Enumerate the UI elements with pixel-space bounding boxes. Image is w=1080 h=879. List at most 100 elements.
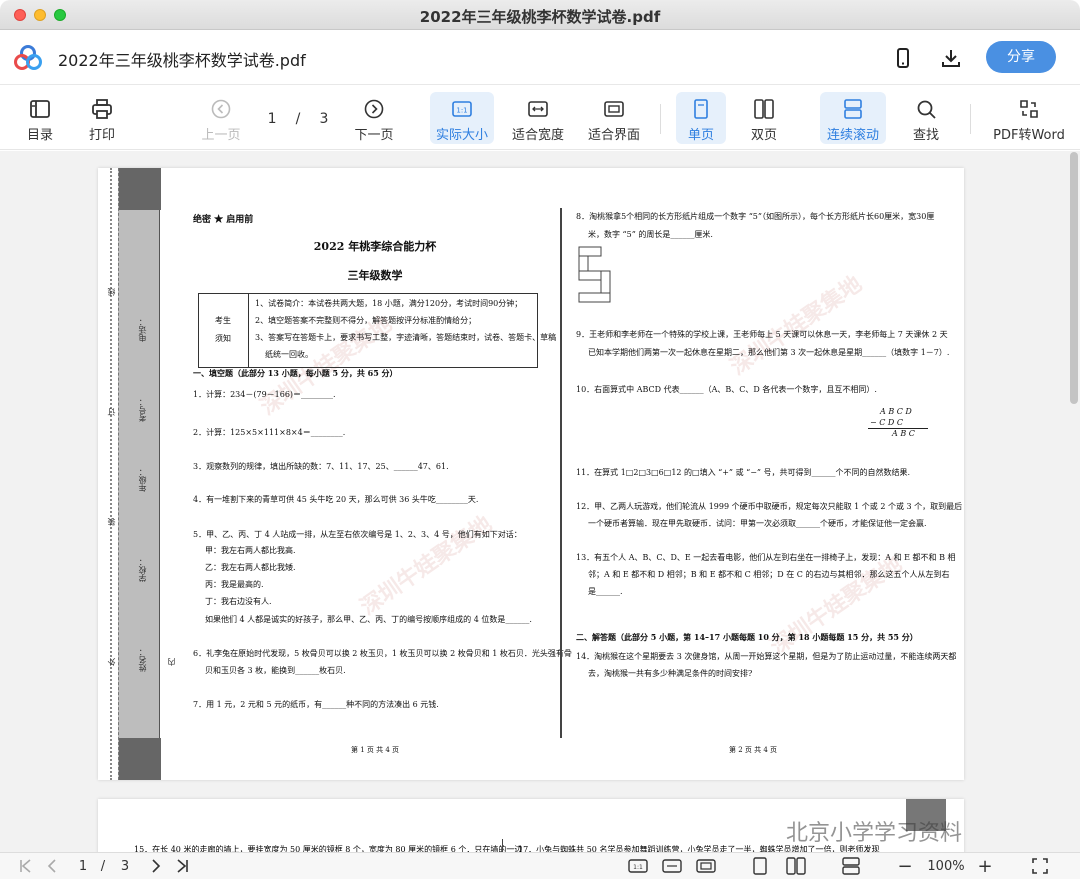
double-page-button[interactable]: 双页 (742, 92, 786, 144)
zoom-in-button[interactable]: + (976, 856, 994, 877)
print-label: 打印 (88, 128, 115, 143)
binding-grade: 年级： (138, 468, 147, 492)
next-page-label: 下一页 (354, 128, 394, 143)
digit-5-figure (578, 246, 611, 303)
question-10: 10．右面算式中 ABCD 代表______（A、B、C、D 各代表一个数字，且… (576, 385, 877, 394)
fit-page-button[interactable]: 适合界面 (584, 92, 644, 144)
share-button[interactable]: 分享 (986, 41, 1056, 73)
question-5b: 乙：我左右两人都比我矮. (205, 563, 296, 572)
cut-label-xian: 线 (107, 288, 116, 296)
bottom-total-pages: 3 (120, 858, 130, 874)
phone-icon[interactable] (892, 47, 914, 69)
svg-text:1:1: 1:1 (633, 864, 643, 871)
actual-size-label: 实际大小 (435, 128, 488, 143)
secret-label: 绝密 ★ 启用前 (193, 215, 254, 225)
fit-page-label: 适合界面 (587, 128, 640, 143)
document-name: 2022年三年级桃李杯数学试卷.pdf (58, 51, 306, 70)
single-page-icon[interactable] (752, 857, 768, 875)
bottom-current-page[interactable]: 1 (76, 857, 90, 875)
pdf-page-2: 15．在长 40 米的走廊的墙上，要挂宽度为 50 厘米的镜框 8 个，宽度为 … (98, 799, 964, 852)
fit-page-icon[interactable] (696, 857, 716, 875)
last-page-icon[interactable] (174, 857, 190, 875)
convert-icon (1020, 100, 1038, 118)
continuous-scroll-button[interactable]: 连续滚动 (820, 92, 886, 144)
actual-size-icon[interactable]: 1:1 (628, 857, 648, 875)
chevron-left-circle-icon (211, 99, 231, 119)
double-page-label: 双页 (750, 128, 777, 143)
search-icon (917, 100, 936, 119)
question-7: 7．用 1 元，2 元和 5 元的纸币，有______种不同的方法凑出 6 元钱… (193, 700, 439, 709)
question-15: 15．在长 40 米的走廊的墙上，要挂宽度为 50 厘米的镜框 8 个，宽度为 … (134, 845, 523, 852)
question-5d: 丁：我右边没有人. (205, 597, 272, 606)
question-14: 14．淘桃猴在这个星期要去 3 次健身馆，从周一开始算这个星期，但是为了防止运动… (576, 652, 957, 661)
next-page-button[interactable]: 下一页 (350, 92, 398, 144)
notes-box: 考生 须知 1、试卷简介：本试卷共两大题，18 小题，满分120分，考试时间90… (198, 293, 556, 368)
current-page[interactable]: 1 (268, 111, 277, 127)
exam-subtitle: 三年级数学 (347, 269, 403, 282)
fit-width-button[interactable]: 适合宽度 (508, 92, 568, 144)
cut-label-nei: 内 (167, 658, 176, 666)
wechat-watermark: 北京小学学习资料 (786, 821, 963, 846)
prev-page-icon[interactable] (44, 857, 60, 875)
question-9: 9．王老师和李老师在一个特殊的学校上课，王老师每上 5 天课可以休息一天，李老师… (576, 330, 948, 339)
question-13: 13．有五个人 A、B、C、D、E 一起去看电影，他们从左到右坐在一排椅子上，发… (576, 553, 956, 562)
note-3: 3、答案写在答题卡上，要求书写工整，字迹清晰，答题结束时，试卷、答题卡、草稿 (255, 333, 557, 342)
pdf-to-word-label: PDF转Word (993, 128, 1065, 143)
fullscreen-icon[interactable] (1032, 857, 1048, 875)
question-13b: 邻；A 和 E 都不和 D 相邻；B 和 E 都不和 C 相邻；D 在 C 的右… (588, 570, 950, 579)
print-button[interactable]: 打印 (82, 92, 122, 144)
page-indicator[interactable]: 1 / 3 (258, 106, 338, 132)
single-page-button[interactable]: 单页 (676, 92, 726, 144)
status-bar: 1 / 3 1:1 − 100% + (0, 852, 1080, 879)
bottom-page-slash: / (100, 858, 106, 874)
fit-width-icon[interactable] (662, 857, 682, 875)
zoom-level[interactable]: 100% (924, 857, 968, 875)
chevron-right-circle-icon (364, 99, 384, 119)
first-page-icon[interactable] (18, 857, 34, 875)
find-label: 查找 (912, 128, 939, 143)
single-page-label: 单页 (687, 128, 714, 143)
toc-label: 目录 (26, 128, 53, 143)
column-divider (502, 839, 503, 852)
page-footer-1: 第 1 页 共 4 页 (350, 746, 400, 754)
question-6: 6．礼李兔在原始时代发现，5 枚骨贝可以换 2 枚玉贝，1 枚玉贝可以换 2 枚… (193, 649, 572, 658)
prev-page-button[interactable]: 上一页 (198, 92, 244, 144)
column-divider (560, 208, 562, 738)
toc-button[interactable]: 目录 (20, 92, 60, 144)
next-page-icon[interactable] (148, 857, 164, 875)
pdf-to-word-button[interactable]: PDF转Word (990, 92, 1068, 144)
actual-size-icon: 1:1 (452, 101, 472, 117)
toolbar: 目录 打印 上一页 1 / 3 下一页 1:1 实际大小 适合宽度 适合界面 单… (0, 86, 1080, 150)
fit-width-label: 适合宽度 (511, 128, 564, 143)
window-titlebar: 2022年三年级桃李杯数学试卷.pdf (0, 0, 1080, 30)
continuous-scroll-icon[interactable] (842, 857, 860, 875)
find-button[interactable]: 查找 (906, 92, 946, 144)
fit-page-icon (604, 101, 624, 117)
binding-name: 姓名： (138, 648, 147, 672)
notes-label-cell (199, 294, 249, 367)
vertical-scrollbar[interactable] (1070, 152, 1078, 404)
pdf-page-1: 姓名： 学校： 年级： 考号： 电话： 外 装 订 线 内 深圳牛娃聚集地 深圳… (98, 168, 964, 780)
cut-line (110, 168, 116, 780)
question-8: 8．淘桃猴拿5个相同的长方形纸片组成一个数字 “5”（如图所示），每个长方形纸片… (576, 212, 935, 221)
exam-title: 2022 年桃李综合能力杯 (313, 240, 437, 253)
question-14b: 去，淘桃猴一共有多少种满足条件的时间安排? (588, 669, 753, 678)
double-page-icon[interactable] (786, 857, 806, 875)
question-5: 5．甲、乙、丙、丁 4 人站成一排，从左至右依次编号是 1、2、3、4 号，他们… (193, 530, 522, 539)
question-13c: 是______. (588, 587, 623, 596)
notes-label-1: 考生 (215, 316, 231, 325)
actual-size-button[interactable]: 1:1 实际大小 (430, 92, 494, 144)
double-page-icon (754, 99, 774, 119)
toolbar-divider (660, 104, 661, 134)
window-title: 2022年三年级桃李杯数学试卷.pdf (419, 8, 661, 26)
page-footer-2: 第 2 页 共 4 页 (728, 746, 778, 754)
fit-width-icon (528, 101, 548, 117)
download-icon[interactable] (940, 47, 962, 69)
continuous-scroll-label: 连续滚动 (826, 128, 879, 143)
document-viewer[interactable]: 姓名： 学校： 年级： 考号： 电话： 外 装 订 线 内 深圳牛娃聚集地 深圳… (0, 151, 1080, 852)
question-11: 11．在算式 1□2□3□6□12 的□填入 “+” 或 “−” 号，共可得到_… (576, 468, 911, 477)
svg-text:1:1: 1:1 (456, 107, 467, 115)
zoom-out-button[interactable]: − (896, 856, 914, 877)
question-1: 1．计算：234－(79－166)＝________. (193, 390, 336, 399)
section-1-heading: 一、填空题（此部分 13 小题，每小题 5 分，共 65 分） (193, 368, 398, 378)
